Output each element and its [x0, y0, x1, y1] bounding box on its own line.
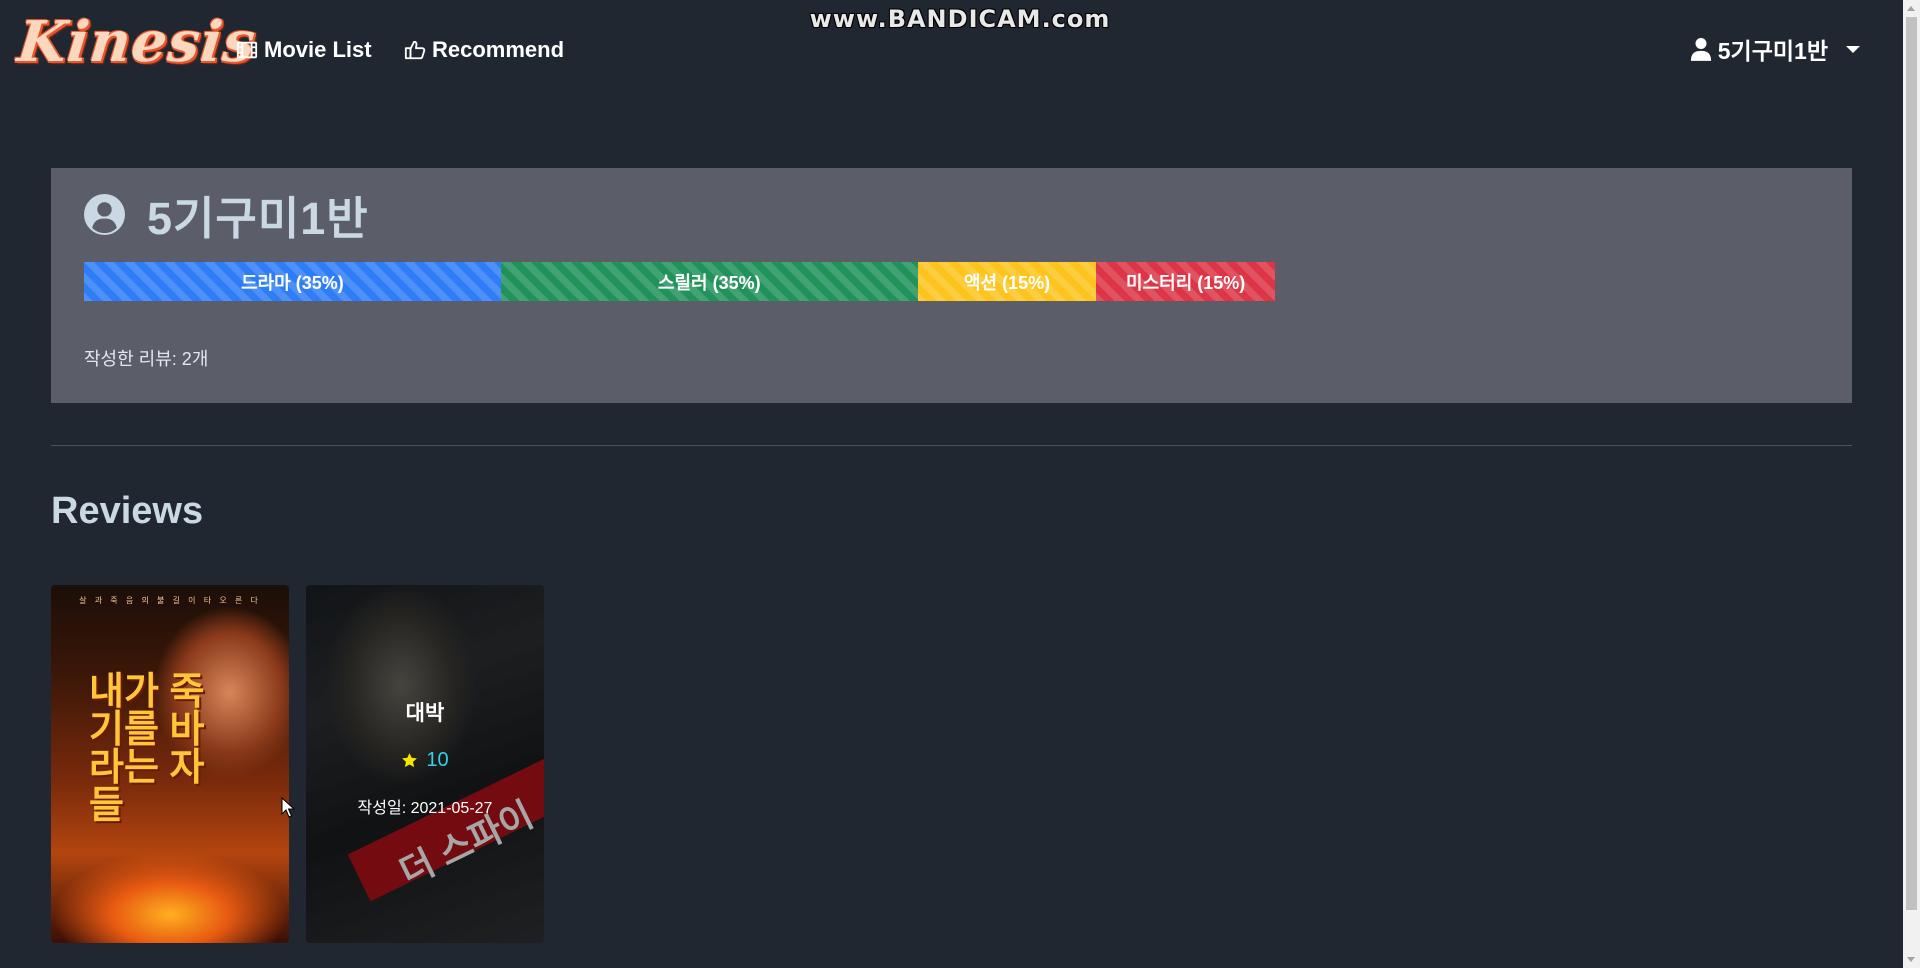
review-title: 대박	[405, 702, 445, 725]
star-icon	[402, 753, 418, 768]
nav-recommend[interactable]: Recommend	[404, 36, 564, 64]
scrollbar[interactable]	[1903, 0, 1920, 968]
scroll-down-arrow-icon[interactable]	[1907, 957, 1915, 962]
review-date: 작성일: 2021-05-27	[357, 800, 493, 817]
user-menu-dropdown[interactable]: 5기구미1반	[1690, 34, 1860, 64]
nav-movie-list[interactable]: Movie List	[236, 36, 372, 64]
rating-value: 10	[426, 749, 449, 771]
reviews-heading: Reviews	[51, 490, 204, 532]
profile-header: 5기구미1반	[84, 189, 369, 244]
scrollbar-thumb[interactable]	[1906, 17, 1917, 910]
poster-title: 내가 죽기를 바라는 자들	[89, 671, 205, 827]
nav-movie-list-label: Movie List	[264, 37, 372, 62]
user-menu-label: 5기구미1반	[1717, 38, 1828, 64]
review-card[interactable]: 살 과 죽 음 의 불 길 이 타 오 른 다 내가 죽기를 바라는 자들	[51, 585, 289, 943]
poster-tagline: 살 과 죽 음 의 불 길 이 타 오 른 다	[79, 596, 261, 605]
review-rating: 10	[306, 749, 544, 772]
movie-poster: 살 과 죽 음 의 불 길 이 타 오 른 다 내가 죽기를 바라는 자들	[51, 585, 289, 943]
review-card-info: 대박 10 작성일: 2021-05-27	[306, 697, 544, 818]
logo[interactable]: Kinesis	[15, 9, 260, 75]
profile-card: 5기구미1반 드라마 (35%) 스릴러 (35%) 액션 (15%) 미스터리 (1…	[51, 168, 1852, 403]
page: www.BANDICAM.com Kinesis Movie List Reco…	[0, 0, 1920, 968]
genre-segment: 액션 (15%)	[917, 262, 1097, 301]
profile-username: 5기구미1반	[147, 192, 369, 244]
divider	[51, 445, 1852, 446]
chevron-down-icon	[1846, 45, 1860, 53]
review-count: 작성한 리뷰: 2개	[84, 349, 209, 369]
scroll-up-arrow-icon[interactable]	[1907, 6, 1915, 11]
genre-segment: 미스터리 (15%)	[1096, 262, 1275, 301]
user-circle-icon	[84, 193, 125, 235]
genre-preference-bar: 드라마 (35%) 스릴러 (35%) 액션 (15%) 미스터리 (15%)	[84, 262, 1275, 301]
mouse-cursor-icon	[281, 797, 295, 818]
navbar: Kinesis Movie List Recommend 5기구미1반	[0, 0, 1900, 100]
review-card[interactable]: 더 스파이 대박 10 작성일: 2021-05-27	[306, 585, 544, 943]
film-icon	[236, 41, 258, 59]
genre-segment: 드라마 (35%)	[84, 262, 501, 301]
user-icon	[1690, 38, 1711, 61]
genre-segment: 스릴러 (35%)	[500, 262, 918, 301]
nav-recommend-label: Recommend	[432, 37, 565, 62]
thumbs-up-icon	[404, 40, 426, 60]
